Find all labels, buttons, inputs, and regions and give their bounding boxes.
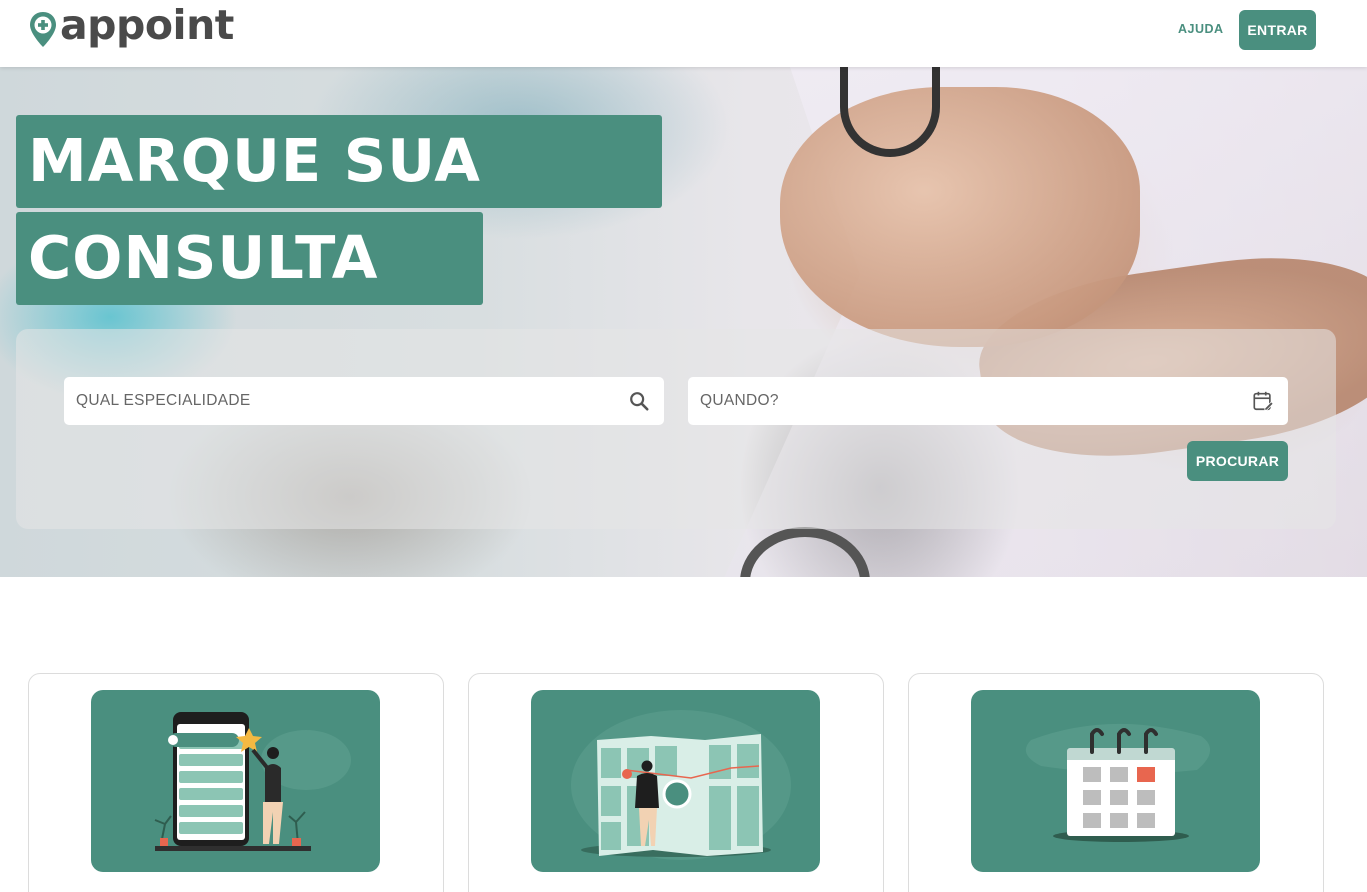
logo[interactable]: appoint — [28, 1, 234, 56]
date-input[interactable] — [688, 377, 1228, 425]
calendar-illustration — [971, 690, 1260, 872]
search-button[interactable]: PROCURAR — [1187, 441, 1288, 481]
map-location-illustration — [531, 690, 820, 872]
specialty-input[interactable] — [64, 377, 604, 425]
feature-card-location — [468, 673, 884, 892]
feature-card-schedule — [908, 673, 1324, 892]
specialty-field[interactable] — [64, 377, 664, 425]
help-link[interactable]: AJUDA — [1178, 22, 1224, 36]
login-button[interactable]: ENTRAR — [1239, 10, 1316, 50]
map-pin-plus-icon — [30, 12, 56, 47]
logo-text: appoint — [60, 1, 234, 49]
top-navbar: appoint AJUDA ENTRAR — [0, 0, 1367, 67]
hero-banner: MARQUE SUA CONSULTA PROCURAR — [0, 67, 1367, 577]
hero-title-line-2: CONSULTA — [16, 212, 483, 305]
search-icon[interactable] — [628, 390, 650, 412]
date-field[interactable] — [688, 377, 1288, 425]
calendar-edit-icon[interactable] — [1252, 390, 1274, 412]
search-panel: PROCURAR — [16, 329, 1336, 529]
phone-reviews-illustration — [91, 690, 380, 872]
hero-background-hand — [780, 87, 1140, 347]
feature-card-reviews — [28, 673, 444, 892]
hero-title-line-1: MARQUE SUA — [16, 115, 662, 208]
